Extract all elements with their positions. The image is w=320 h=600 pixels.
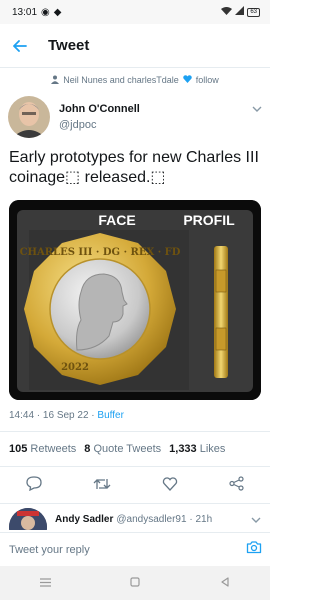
back-button[interactable] [0,24,40,68]
share-button[interactable] [229,476,244,496]
person-icon [51,75,60,86]
menu-icon [39,578,51,587]
coin-edge [214,246,228,378]
via-link[interactable]: Buffer [97,410,124,421]
status-bar: 13:01 ◉ ◆ 63 [0,0,270,24]
heart-icon [183,75,192,85]
system-nav-bar [0,566,270,600]
reply-author-name: Andy Sadler [55,513,114,525]
retweet-icon [93,478,111,489]
reply-menu-button[interactable] [251,510,261,528]
timestamp-text: 14:44 · 16 Sep 22 · [9,410,95,421]
heart-outline-icon [162,476,178,491]
notification-icon-2: ◆ [53,6,62,18]
retweets-count: 105 [9,443,28,455]
share-icon [229,476,244,491]
notification-icon: ◉ [41,6,50,18]
reply-preview[interactable]: Andy Sadler @andysadler91 · 21h [9,508,261,530]
tweet-text: Early prototypes for new Charles III coi… [9,149,259,186]
tweet-image[interactable]: FACE PROFIL CHARLES III · DG · REX · FD … [9,200,261,400]
image-label-face: FACE [98,212,135,228]
likes-label: Likes [199,443,226,455]
home-square-icon [130,577,141,587]
divider [0,503,270,504]
divider [0,431,270,432]
back-nav-button[interactable] [220,574,230,592]
retweets-stat[interactable]: 105 Retweets [9,443,76,455]
social-context[interactable]: Neil Nunes and charlesTdale follow [0,73,270,87]
reply-author-handle: @andysadler91 · 21h [116,513,213,525]
reply-input[interactable]: Tweet your reply [9,544,90,556]
author-handle: @jdpoc [59,119,97,131]
retweets-label: Retweets [30,443,77,455]
back-triangle-icon [221,577,229,587]
avatar[interactable] [8,96,50,138]
tweet-stats: 105 Retweets 8 Quote Tweets 1,333 Likes [9,443,225,455]
page-title: Tweet [48,37,90,54]
social-context-follow: follow [195,75,219,85]
retweet-button[interactable] [93,477,111,496]
menu-nav-button[interactable] [39,574,51,592]
tweet-actions [0,474,270,498]
reply-avatar[interactable] [9,508,47,530]
chevron-down-icon [252,106,262,112]
battery-icon: 63 [247,7,260,17]
likes-count: 1,333 [169,443,197,455]
divider [0,466,270,467]
signal-icon [235,6,245,18]
quotes-label: Quote Tweets [93,443,162,455]
top-app-bar: Tweet [0,24,270,68]
coin-year: 2022 [61,362,89,373]
like-button[interactable] [162,476,178,496]
add-photo-button[interactable] [246,540,262,559]
likes-stat[interactable]: 1,333 Likes [169,443,225,455]
tweet-timestamp: 14:44 · 16 Sep 22 · Buffer [9,410,124,421]
image-label-profile: PROFIL [183,212,235,228]
home-nav-button[interactable] [130,574,141,592]
author-name: John O'Connell [59,103,140,115]
reply-composer[interactable]: Tweet your reply [0,532,270,566]
tweet-menu-button[interactable] [252,99,262,117]
quotes-stat[interactable]: 8 Quote Tweets [84,443,161,455]
back-arrow-icon [13,39,27,52]
coin-inscription: CHARLES III · DG · REX · FD [20,247,181,258]
reply-button[interactable] [25,476,42,496]
social-context-text: Neil Nunes and charlesTdale [63,75,179,85]
chevron-down-icon [251,517,261,523]
status-time: 13:01 [12,6,38,18]
quotes-count: 8 [84,443,91,455]
wifi-icon [221,6,233,18]
comment-icon [25,476,42,492]
tweet-author[interactable]: John O'Connell @jdpoc [8,95,262,139]
camera-icon [246,541,262,554]
